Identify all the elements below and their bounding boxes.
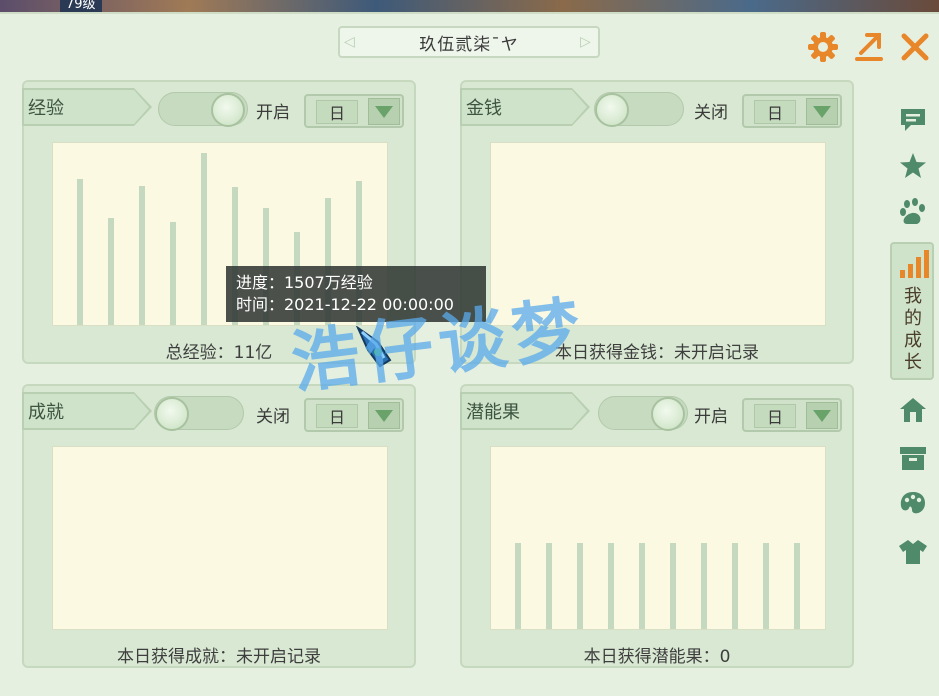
chart-bar[interactable] (515, 543, 521, 629)
potential-record-toggle[interactable] (598, 396, 688, 431)
shirt-icon[interactable] (897, 536, 929, 568)
achievement-toggle-label: 关闭 (256, 407, 290, 427)
potential-summary: 本日获得潜能果：0 (583, 647, 731, 667)
toggle-knob (595, 93, 629, 127)
exp-toggle-label: 开启 (256, 103, 290, 123)
chart-bar[interactable] (577, 543, 583, 629)
chevron-down-icon (806, 402, 838, 429)
money-record-toggle[interactable] (594, 92, 684, 127)
exp-record-toggle[interactable] (158, 92, 248, 127)
house-icon[interactable] (897, 394, 929, 426)
settings-gear-icon[interactable] (806, 30, 840, 64)
exp-tab-label: 经验 (22, 88, 152, 126)
potential-period-select[interactable]: 日 (742, 398, 842, 432)
potential-period-value: 日 (754, 404, 796, 428)
tooltip-time: 时间：2021-12-22 00:00:00 (236, 295, 454, 314)
exp-period-select[interactable]: 日 (304, 94, 404, 128)
tooltip-progress: 进度：1507万经验 (236, 273, 373, 292)
chart-bar[interactable] (763, 543, 769, 629)
chart-bar[interactable] (77, 179, 83, 325)
mouse-cursor-icon (355, 325, 396, 370)
exp-period-value: 日 (316, 100, 358, 124)
potential-toggle-label: 开启 (694, 407, 728, 427)
my-growth-label: 我的成长 (904, 286, 922, 373)
chart-bar[interactable] (139, 186, 145, 325)
window-title: 玖伍贰柒ˉヤ (419, 34, 519, 55)
chart-bar[interactable] (201, 153, 207, 325)
money-panel: 金钱 关闭 日 本日获得金钱：未开启记录 (460, 80, 854, 364)
title-ornament-left-icon: ◁ (344, 34, 356, 50)
chart-bar[interactable] (608, 543, 614, 629)
achievement-panel: 成就 关闭 日 本日获得成就：未开启记录 (22, 384, 416, 668)
paw-print-icon[interactable] (897, 196, 929, 228)
money-tab-label: 金钱 (460, 88, 590, 126)
achievement-record-toggle[interactable] (154, 396, 244, 431)
signal-bars-icon (899, 250, 929, 282)
right-sidebar: 我的成长 (887, 96, 939, 576)
achievement-plot-area (52, 446, 388, 630)
close-icon[interactable] (898, 30, 932, 64)
sidebar-item-my-growth[interactable]: 我的成长 (890, 242, 934, 380)
chart-bar[interactable] (732, 543, 738, 629)
share-popout-icon[interactable] (852, 30, 886, 64)
money-plot-area (490, 142, 826, 326)
potential-plot-area (490, 446, 826, 630)
chat-bubble-icon[interactable] (897, 104, 929, 136)
chevron-down-icon (368, 98, 400, 125)
money-period-value: 日 (754, 100, 796, 124)
chart-bar[interactable] (701, 543, 707, 629)
potential-tab-label: 潜能果 (460, 392, 590, 430)
toggle-knob (155, 397, 189, 431)
achievement-period-select[interactable]: 日 (304, 398, 404, 432)
chevron-down-icon (806, 98, 838, 125)
chart-bar[interactable] (670, 543, 676, 629)
money-summary: 本日获得金钱：未开启记录 (555, 343, 759, 363)
chart-bar[interactable] (108, 218, 114, 325)
chart-bar[interactable] (546, 543, 552, 629)
money-period-select[interactable]: 日 (742, 94, 842, 128)
potential-fruit-panel: 潜能果 开启 日 本日获得潜能果：0 (460, 384, 854, 668)
toggle-knob (651, 397, 685, 431)
chart-bar[interactable] (639, 543, 645, 629)
paint-palette-icon[interactable] (897, 488, 929, 520)
achievement-period-value: 日 (316, 404, 358, 428)
growth-window: ◁ 玖伍贰柒ˉヤ ▷ 经验 开启 日 总经验：11亿 金钱 关闭 日 本日获得金… (0, 12, 939, 696)
achievement-tab-label: 成就 (22, 392, 152, 430)
chevron-down-icon (368, 402, 400, 429)
chart-tooltip: 进度：1507万经验 时间：2021-12-22 00:00:00 (226, 266, 486, 322)
title-ornament-right-icon: ▷ (580, 34, 592, 50)
chart-bar[interactable] (170, 222, 176, 325)
storage-box-icon[interactable] (897, 442, 929, 474)
chart-bar[interactable] (794, 543, 800, 629)
window-title-bar: ◁ 玖伍贰柒ˉヤ ▷ (338, 26, 600, 58)
money-toggle-label: 关闭 (694, 103, 728, 123)
achievement-summary: 本日获得成就：未开启记录 (117, 647, 321, 667)
toggle-knob (211, 93, 245, 127)
star-icon[interactable] (897, 150, 929, 182)
